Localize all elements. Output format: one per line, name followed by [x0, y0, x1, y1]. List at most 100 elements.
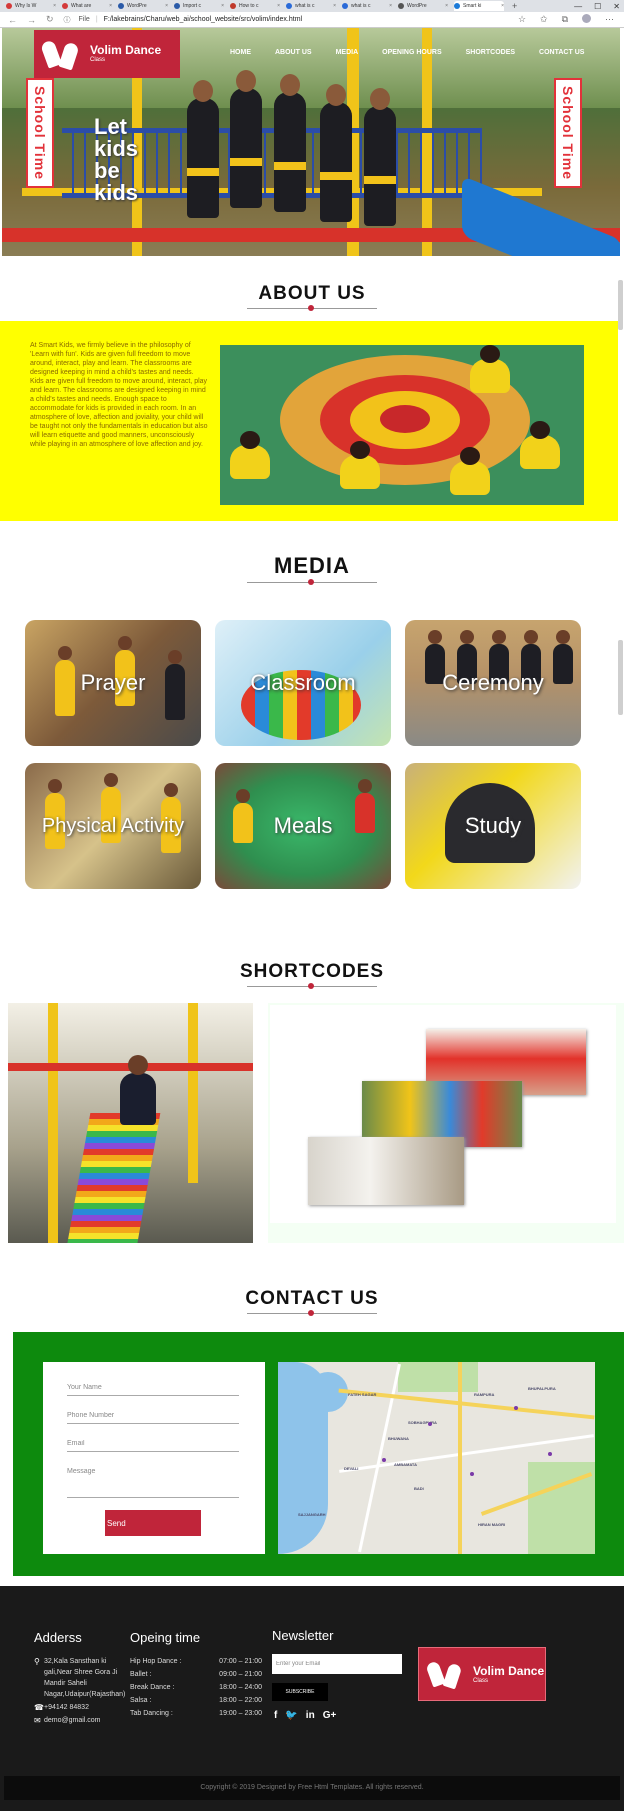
photo-collage: [268, 1003, 624, 1243]
tab-favicon-icon: [286, 3, 292, 9]
opening-hours-list: Hip Hop Dance : 07:00 – 21:00 Ballet : 09:0…: [130, 1658, 262, 1723]
scrollbar-thumb[interactable]: [618, 640, 623, 715]
menu-item-media[interactable]: MEDIA: [324, 49, 371, 56]
browser-tab[interactable]: Why Is W ×: [6, 1, 56, 11]
media-card-meals[interactable]: Meals: [215, 763, 391, 889]
forward-icon[interactable]: →: [27, 15, 36, 25]
tab-close-icon[interactable]: ×: [445, 3, 448, 9]
back-icon[interactable]: ←: [8, 15, 17, 25]
info-icon[interactable]: ⓘ: [64, 15, 71, 25]
browser-tab[interactable]: what is c ×: [286, 1, 336, 11]
tab-favicon-icon: [454, 3, 460, 9]
menu-item-shortcodes[interactable]: SHORTCODES: [454, 49, 527, 56]
profile-avatar[interactable]: [582, 14, 591, 23]
child-figure: [520, 421, 560, 469]
send-button[interactable]: Send: [105, 1510, 201, 1536]
media-card-label: Ceremony: [442, 670, 544, 695]
hours-row: Salsa : 18:00 – 22:00: [130, 1697, 262, 1710]
logo-text: Volim Dance Class: [90, 44, 161, 64]
map-pin-icon[interactable]: [470, 1472, 474, 1476]
tab-close-icon[interactable]: ×: [221, 3, 224, 9]
close-window-button[interactable]: ✕: [613, 2, 620, 11]
facebook-icon[interactable]: f: [274, 1710, 277, 1721]
tab-close-icon[interactable]: ×: [165, 3, 168, 9]
tab-close-icon[interactable]: ×: [333, 3, 336, 9]
child-figure: [274, 74, 306, 212]
minimize-button[interactable]: —: [574, 2, 582, 11]
google-plus-icon[interactable]: G+: [323, 1710, 337, 1721]
message-field[interactable]: [67, 1468, 239, 1498]
menu-item-contact-us[interactable]: CONTACT US: [527, 49, 596, 56]
media-card-ceremony[interactable]: Ceremony: [405, 620, 581, 746]
map-pin-icon[interactable]: [548, 1452, 552, 1456]
highway: [458, 1362, 462, 1554]
footer-logo[interactable]: Volim Dance Class: [418, 1647, 546, 1701]
map-pin-icon[interactable]: [514, 1406, 518, 1410]
tab-close-icon[interactable]: ×: [389, 3, 392, 9]
email-row: ✉ demo@gmail.com: [34, 1715, 118, 1726]
favorite-star-icon[interactable]: ☆: [518, 14, 526, 25]
media-card-physical-activity[interactable]: Physical Activity: [25, 763, 201, 889]
location-map[interactable]: FATEH SAGAR SOBHAGPURA BHUWANA DEVALI HI…: [278, 1362, 595, 1554]
map-label: HIRAN MAGRI: [478, 1522, 506, 1527]
media-card-study[interactable]: Study: [405, 763, 581, 889]
browser-tab[interactable]: what is c ×: [342, 1, 392, 11]
newsletter-title: Newsletter: [272, 1628, 334, 1643]
copyright-bar: Copyright © 2019 Designed by Free Html T…: [4, 1776, 620, 1800]
map-label: DEVALI: [344, 1466, 359, 1471]
child-figure: [355, 779, 375, 833]
hero-headline-line: be: [94, 158, 120, 183]
scrollbar-thumb[interactable]: [618, 280, 623, 330]
map-pin-icon[interactable]: [428, 1422, 432, 1426]
copyright-text: Copyright © 2019 Designed by Free Html T…: [200, 1784, 424, 1791]
menu-item-about-us[interactable]: ABOUT US: [263, 49, 324, 56]
child-figure: [364, 88, 396, 226]
linkedin-icon[interactable]: in: [306, 1710, 315, 1721]
browser-tab[interactable]: WordPre ×: [118, 1, 168, 11]
class-time: 09:00 – 21:00: [219, 1671, 262, 1678]
browser-tab[interactable]: Import c ×: [174, 1, 224, 11]
address-text: 32,Kala Sansthan ki gali,Near Shree Gora…: [44, 1658, 126, 1698]
twitter-icon[interactable]: 🐦: [285, 1710, 297, 1721]
favorites-icon[interactable]: ✩: [540, 14, 548, 25]
phone-field[interactable]: [67, 1412, 239, 1424]
tab-close-icon[interactable]: ×: [277, 3, 280, 9]
browser-tab[interactable]: What are ×: [62, 1, 112, 11]
hero-headline: Let kids be kids: [94, 116, 138, 204]
menu-item-home[interactable]: HOME: [218, 49, 263, 56]
tab-close-icon[interactable]: ×: [109, 3, 112, 9]
url-field[interactable]: F:/lakebrains/Charu/web_ai/school_websit…: [104, 16, 302, 23]
tab-close-icon[interactable]: ×: [53, 3, 56, 9]
tab-favicon-icon: [6, 3, 12, 9]
email-field[interactable]: [67, 1440, 239, 1452]
child-figure: [470, 345, 510, 393]
browser-tab[interactable]: Smart ki ×: [454, 1, 504, 11]
name-field[interactable]: [67, 1384, 239, 1396]
playground-pole: [188, 1003, 198, 1183]
maximize-button[interactable]: ☐: [594, 2, 601, 11]
reload-icon[interactable]: ↻: [46, 14, 54, 25]
contact-section: Send FATEH SAGAR SOBHAGPURA BHUWANA DEVA…: [13, 1332, 624, 1576]
media-card-prayer[interactable]: Prayer: [25, 620, 201, 746]
site-logo[interactable]: Volim Dance Class: [34, 30, 180, 78]
child-figure: [120, 1055, 156, 1125]
browser-tab[interactable]: How to c ×: [230, 1, 280, 11]
menu-item-opening-hours[interactable]: OPENING HOURS: [370, 49, 454, 56]
tab-title: Import c: [183, 3, 202, 9]
browser-tab[interactable]: WordPre ×: [398, 1, 448, 11]
child-figure: [187, 80, 219, 218]
hours-row: Break Dance : 18:00 – 24:00: [130, 1684, 262, 1697]
map-pin-icon[interactable]: [382, 1458, 386, 1462]
media-card-classroom[interactable]: Classroom: [215, 620, 391, 746]
hero-headline-line: kids: [94, 136, 139, 161]
tab-close-icon[interactable]: ×: [501, 3, 504, 9]
collections-icon[interactable]: ⧉: [562, 14, 568, 25]
new-tab-button[interactable]: +: [512, 1, 517, 11]
dancers-logo-icon: [425, 1658, 465, 1690]
more-menu-icon[interactable]: ⋯: [605, 14, 614, 25]
media-card-label: Study: [464, 813, 522, 838]
child-figure: [233, 789, 253, 843]
newsletter-email-input[interactable]: [272, 1654, 402, 1674]
child-figure: [320, 84, 352, 222]
subscribe-button[interactable]: SUBSCRIBE: [272, 1683, 328, 1701]
